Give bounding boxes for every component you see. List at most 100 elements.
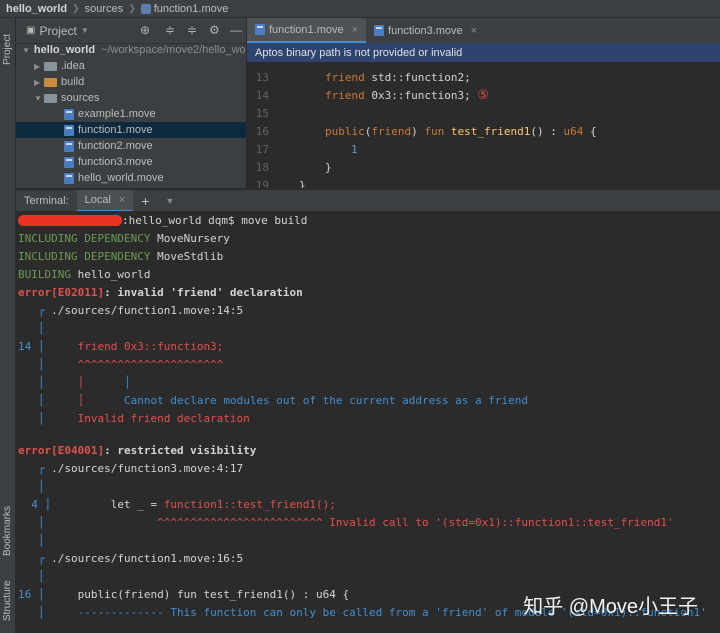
terminal-line: 4 │ let _ = function1::test_friend1(); xyxy=(31,497,336,511)
collapse-all-icon[interactable]: ≑ xyxy=(165,23,175,37)
code-text: u64 xyxy=(563,124,584,138)
tree-item-label: build xyxy=(61,76,85,88)
breadcrumb-file[interactable]: function1.move xyxy=(154,3,229,15)
line-number: 16 xyxy=(255,124,269,138)
code-line[interactable]: 16 public(friend) fun test_friend1() : u6… xyxy=(247,122,597,140)
line-number: 18 xyxy=(255,160,269,174)
code-line[interactable]: 17 1 xyxy=(247,140,358,158)
error-label: Invalid friend declaration xyxy=(77,411,250,425)
line-number: 19 xyxy=(255,178,269,189)
redacted-username xyxy=(18,214,122,226)
close-icon[interactable]: × xyxy=(119,194,125,206)
terminal-line: │ xyxy=(18,533,45,547)
tree-file-function3[interactable]: function3.move xyxy=(16,154,246,170)
expand-all-icon[interactable]: ≑ xyxy=(187,23,197,37)
error-source: function1::test_friend1(); xyxy=(163,497,336,511)
code-line[interactable]: 13 friend std::function2; xyxy=(247,68,471,86)
move-file-icon xyxy=(64,156,74,168)
gear-icon[interactable]: ⚙ xyxy=(209,23,220,37)
terminal-line: │ Invalid friend declaration xyxy=(18,411,250,425)
annotation-marker: ⑤ xyxy=(477,87,489,103)
editor-tab-function3[interactable]: function3.move × xyxy=(366,18,485,43)
tool-tab-project[interactable]: Project xyxy=(0,22,15,77)
code-text: ) xyxy=(411,124,425,138)
tree-file-label: hello_world.move xyxy=(78,172,164,184)
move-file-icon xyxy=(64,172,74,184)
breadcrumb-project[interactable]: hello_world xyxy=(6,3,67,15)
collapse-arrow-icon[interactable]: ▶ xyxy=(34,78,44,87)
terminal-line: ┌ ./sources/function1.move:14:5 xyxy=(18,303,244,317)
expand-arrow-icon[interactable]: ▼ xyxy=(22,46,30,55)
collapse-arrow-icon[interactable]: ▶ xyxy=(34,62,44,71)
terminal-text: BUILDING xyxy=(18,267,71,281)
locate-icon[interactable]: ⊕ xyxy=(140,23,150,37)
chevron-right-icon: ❯ xyxy=(72,3,80,13)
code-line[interactable]: 14 friend 0x3::function3; ⑤ xyxy=(247,86,489,104)
tree-file-hello-world[interactable]: hello_world.move xyxy=(16,170,246,186)
tree-file-function1[interactable]: function1.move xyxy=(16,122,246,138)
terminal-text: INCLUDING DEPENDENCY xyxy=(18,249,151,263)
code-text: 0x3::function3; xyxy=(364,88,478,102)
tool-tab-bookmarks[interactable]: Bookmarks xyxy=(0,498,15,563)
folder-icon xyxy=(44,61,57,71)
folder-icon xyxy=(44,77,57,87)
code-editor: function1.move × function3.move × Aptos … xyxy=(247,18,720,188)
code-line[interactable]: 15 xyxy=(247,104,325,122)
error-location: ./sources/function3.move:4:17 xyxy=(51,461,244,475)
minimize-icon[interactable]: — xyxy=(230,23,242,37)
code-line[interactable]: 18} xyxy=(247,158,332,176)
terminal-line: │ │ │ xyxy=(18,375,131,389)
code-text: public xyxy=(325,124,365,138)
error-carets: ^^^^^^^^^^^^^^^^^^^^^^ xyxy=(77,357,224,371)
terminal-command: :hello_world dqm$ move build xyxy=(122,213,308,227)
editor-tab-function1[interactable]: function1.move × xyxy=(247,18,367,43)
code-line[interactable]: 19} xyxy=(247,176,306,189)
terminal-tab-local[interactable]: Local × xyxy=(76,190,134,212)
editor-tab-label: function1.move xyxy=(269,23,344,36)
close-icon[interactable]: × xyxy=(352,24,358,36)
tree-file-example1[interactable]: example1.move xyxy=(16,106,246,122)
error-carets: ^^^^^^^^^^^^^^^^^^^^^^^^^ xyxy=(157,515,323,529)
tree-file-label: function3.move xyxy=(78,156,153,168)
chevron-down-icon[interactable]: ▼ xyxy=(81,26,89,35)
expand-arrow-icon[interactable]: ▼ xyxy=(34,94,44,103)
tree-root[interactable]: ▼ hello_world ~/workspace/move2/hello_wo… xyxy=(16,42,246,58)
tree-root-label: hello_world xyxy=(33,44,96,56)
terminal-line: 16 │ public(friend) fun test_friend1() :… xyxy=(18,587,350,601)
error-code: error[E04001] xyxy=(18,443,105,457)
terminal-output[interactable]: :hello_world dqm$ move build INCLUDING D… xyxy=(16,211,720,633)
terminal-text: MoveNursery xyxy=(157,231,230,245)
tree-item-label: .idea xyxy=(61,60,85,72)
folder-icon xyxy=(44,93,57,103)
error-label: Invalid call to '(std=0x1)::function1::t… xyxy=(329,515,674,529)
add-terminal-icon[interactable]: + xyxy=(133,190,157,212)
code-text: fun xyxy=(424,124,445,138)
terminal-line: INCLUDING DEPENDENCY MoveNursery xyxy=(18,229,230,247)
code-text: friend xyxy=(325,88,365,102)
terminal-tab-label: Local xyxy=(84,194,111,206)
line-number: 14 xyxy=(18,339,32,353)
tree-item-build[interactable]: ▶ build xyxy=(16,74,246,90)
terminal-text: hello_world xyxy=(77,267,151,281)
tree-file-label: function2.move xyxy=(78,140,153,152)
code-text: () : xyxy=(530,124,564,138)
project-panel: ▣ Project ▼ ⊕ ≑ ≑ ⚙ — ▼ hello_world ~/wo… xyxy=(16,18,246,188)
tool-tab-structure[interactable]: Structure xyxy=(0,571,15,631)
tree-item-sources[interactable]: ▼ sources xyxy=(16,90,246,106)
tree-item-idea[interactable]: ▶ .idea xyxy=(16,58,246,74)
terminal-error-line: error[E02011]: invalid 'friend' declarat… xyxy=(18,283,303,301)
error-dashes: ------------- xyxy=(77,605,164,619)
tree-root-path: ~/workspace/move2/hello_world xyxy=(101,44,246,56)
tree-file-function2[interactable]: function2.move xyxy=(16,138,246,154)
chevron-down-icon[interactable]: ▼ xyxy=(158,190,183,212)
editor-tab-label: function3.move xyxy=(388,24,463,37)
breadcrumb-folder[interactable]: sources xyxy=(85,3,124,15)
error-message: : restricted visibility xyxy=(104,443,257,457)
terminal-line: │ xyxy=(18,569,45,583)
code-text: } xyxy=(325,160,332,174)
tree-item-label: sources xyxy=(61,92,100,104)
watermark: 知乎 @Move小王子 xyxy=(523,596,698,618)
project-panel-title[interactable]: Project xyxy=(39,24,76,38)
close-icon[interactable]: × xyxy=(471,25,477,37)
folder-icon: ▣ xyxy=(26,25,36,36)
